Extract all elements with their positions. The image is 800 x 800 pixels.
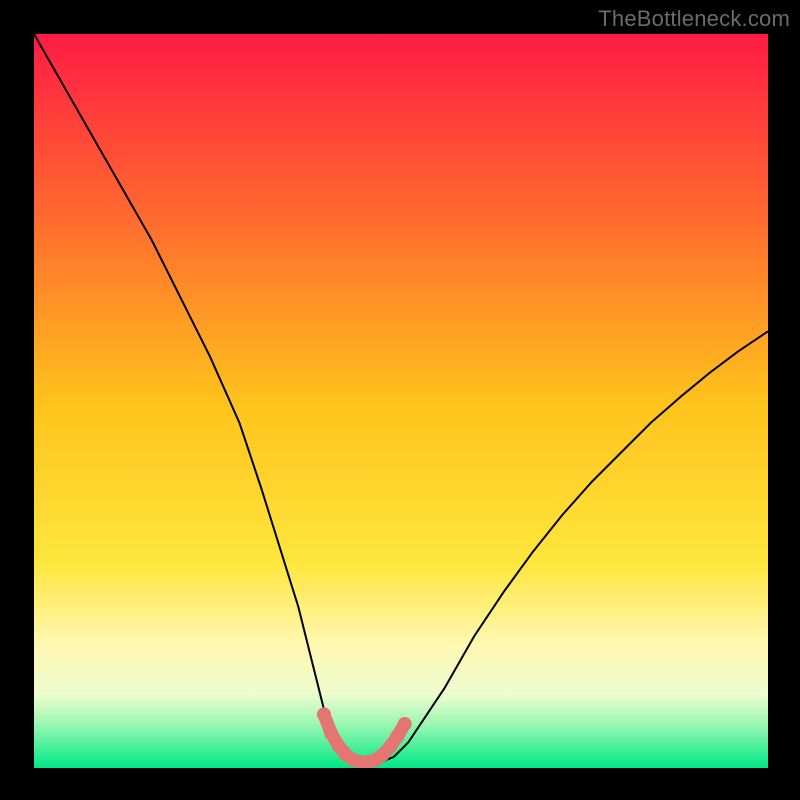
watermark-text: TheBottleneck.com bbox=[598, 6, 790, 32]
chart-frame: TheBottleneck.com bbox=[0, 0, 800, 800]
chart-svg bbox=[34, 34, 768, 768]
chart-plot-area bbox=[34, 34, 768, 768]
chart-background bbox=[34, 34, 768, 768]
marker-valley-highlight bbox=[398, 717, 412, 731]
marker-valley-highlight bbox=[390, 729, 404, 743]
marker-valley-highlight bbox=[324, 727, 338, 741]
marker-valley-highlight bbox=[317, 707, 331, 721]
